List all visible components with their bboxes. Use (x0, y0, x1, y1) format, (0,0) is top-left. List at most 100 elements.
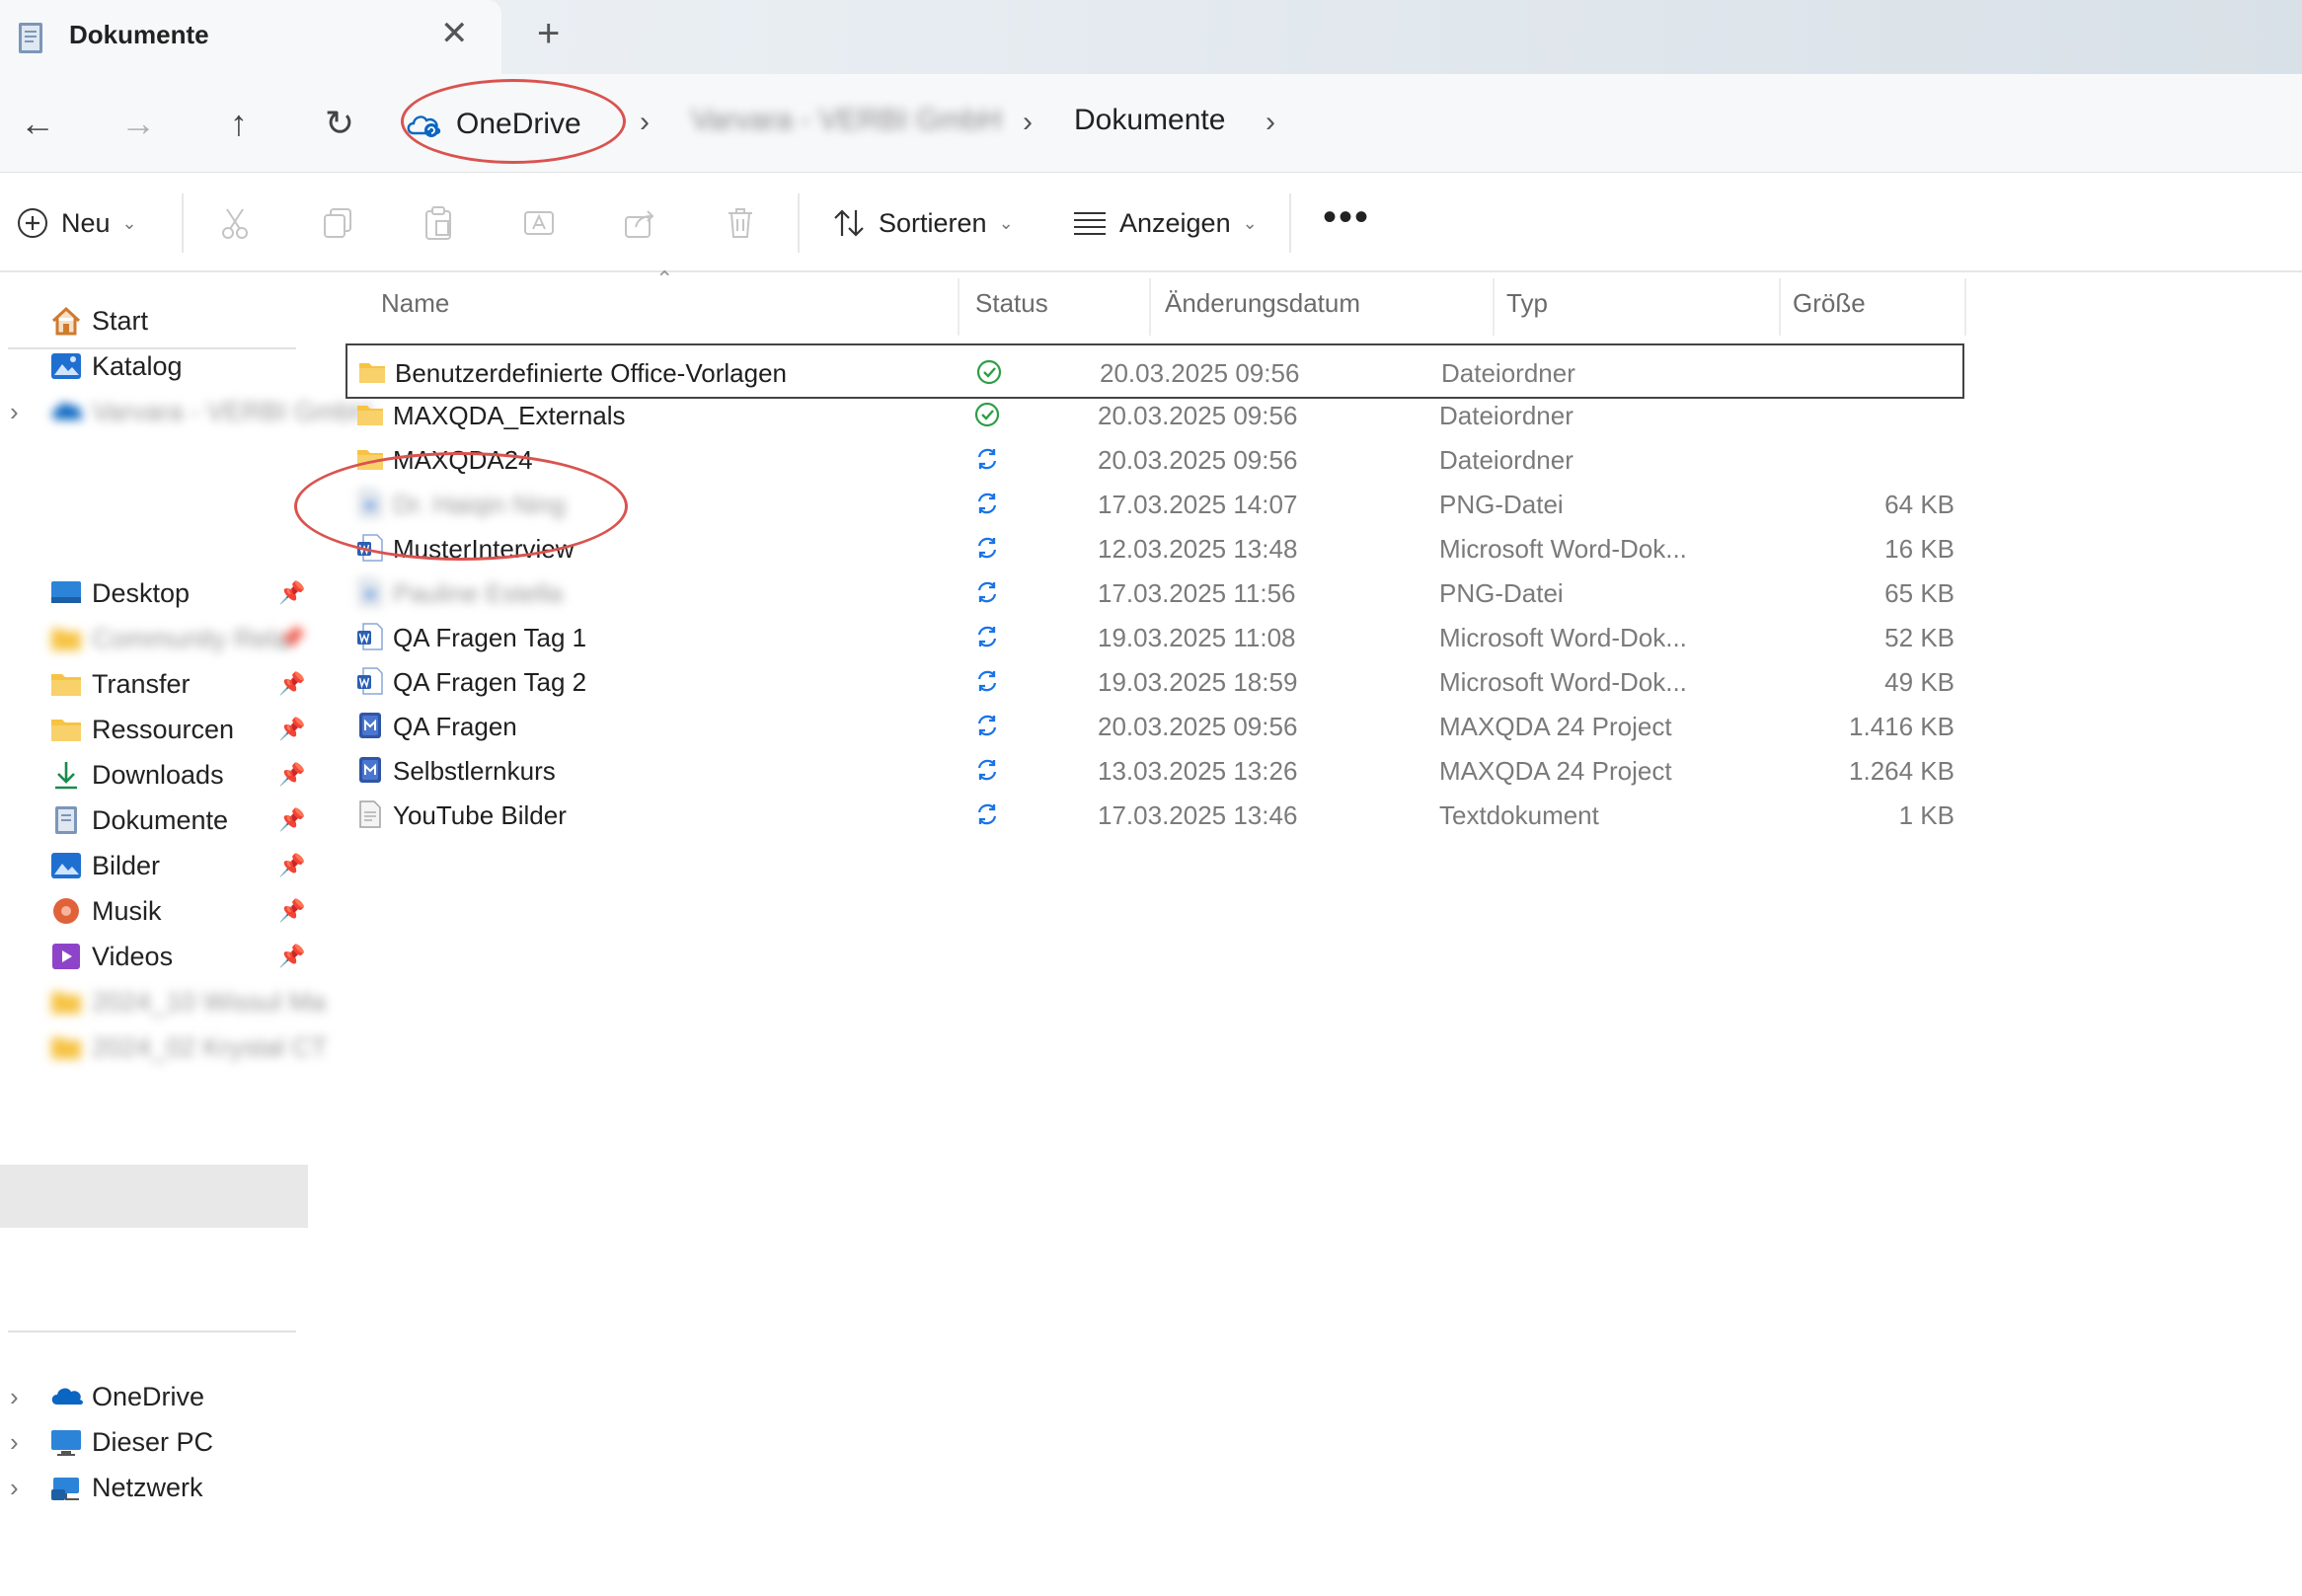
paste-icon[interactable] (419, 203, 458, 243)
sidebar-item-label: Bilder (92, 851, 161, 880)
desktop-icon (51, 581, 81, 603)
column-divider[interactable] (1779, 278, 1781, 336)
pc-icon (51, 1430, 81, 1456)
sidebar-item-netzwerk[interactable]: › Netzwerk (0, 1457, 312, 1518)
file-date: 20.03.2025 09:56 (1098, 445, 1298, 475)
text-file-icon (359, 800, 381, 828)
breadcrumb-dokumente[interactable]: Dokumente (1074, 104, 1225, 137)
pictures-icon (51, 853, 81, 878)
home-icon (51, 306, 81, 336)
tab-title: Dokumente (69, 20, 209, 49)
column-header-type[interactable]: Typ (1506, 288, 1548, 319)
column-divider[interactable] (1493, 278, 1495, 336)
toolbar-divider (182, 193, 184, 253)
sync-pending-icon (977, 581, 997, 603)
tab-bar: Dokumente ✕ + (0, 0, 2302, 74)
sidebar-item-label: Dokumente (92, 805, 229, 835)
new-button-label: Neu (61, 207, 111, 238)
sidebar-item-label: Musik (92, 896, 162, 926)
column-divider[interactable] (958, 278, 959, 336)
file-name: QA Fragen (393, 712, 517, 741)
expand-chevron-icon[interactable]: › (10, 1473, 19, 1503)
pin-icon[interactable]: 📌 (278, 853, 305, 878)
navigation-pane: Start Katalog › Varvara - VERBI GmbH Des… (0, 274, 371, 1596)
pin-icon[interactable]: 📌 (278, 671, 305, 697)
pin-icon[interactable]: 📌 (278, 898, 305, 924)
word-file-icon (357, 623, 383, 650)
expand-chevron-icon[interactable]: › (10, 397, 19, 427)
rename-icon[interactable] (519, 203, 559, 243)
file-size: 16 KB (1884, 534, 1955, 564)
delete-icon[interactable] (721, 203, 760, 243)
copy-icon[interactable] (318, 203, 357, 243)
pin-icon[interactable]: 📌 (278, 807, 305, 833)
chevron-down-icon: ⌄ (121, 212, 137, 233)
sidebar-item-label: Ressourcen (92, 715, 235, 744)
new-button[interactable]: Neu ⌄ (16, 201, 137, 245)
refresh-button[interactable]: ↻ (312, 96, 367, 151)
file-name: Pauline Estella (393, 578, 563, 608)
onedrive-cloud-icon (51, 1388, 83, 1405)
folder-icon (51, 1037, 81, 1059)
sort-button-label: Sortieren (879, 207, 987, 238)
back-button[interactable]: ← (10, 96, 65, 151)
tab-close-button[interactable]: ✕ (440, 14, 469, 53)
view-button[interactable]: Anzeigen ⌄ (1072, 201, 1258, 245)
annotation-highlight-maxqda24 (294, 452, 628, 561)
tab-dokumente[interactable]: Dokumente ✕ (0, 0, 501, 74)
breadcrumb-account[interactable]: Varvara - VERBI GmbH (691, 104, 1002, 137)
file-date: 17.03.2025 11:56 (1098, 578, 1296, 608)
music-icon (53, 898, 79, 924)
folder-icon (51, 629, 81, 650)
file-type: MAXQDA 24 Project (1439, 712, 1672, 741)
forward-button[interactable]: → (111, 96, 166, 151)
sidebar-item-account[interactable]: › Varvara - VERBI GmbH (0, 381, 371, 442)
synced-check-icon (976, 359, 1002, 385)
sync-pending-icon (977, 537, 997, 559)
file-list: ⌃ Name Status Änderungsdatum Typ Größe B… (326, 266, 2302, 1596)
sidebar-item-label: OneDrive (92, 1382, 205, 1411)
file-date: 20.03.2025 09:56 (1098, 712, 1298, 741)
file-name: QA Fragen Tag 2 (393, 667, 587, 697)
more-options-button[interactable]: ••• (1323, 195, 1370, 240)
file-type: Microsoft Word-Dok... (1439, 623, 1687, 652)
file-type: Dateiordner (1441, 358, 1575, 388)
up-button[interactable]: ↑ (211, 96, 267, 151)
column-header-name[interactable]: Name (381, 288, 449, 319)
view-list-icon (1074, 212, 1106, 235)
plus-circle-icon (18, 208, 47, 238)
pin-icon[interactable]: 📌 (278, 762, 305, 788)
pin-icon[interactable]: 📌 (278, 626, 305, 651)
file-date: 20.03.2025 09:56 (1100, 358, 1300, 388)
column-header-status[interactable]: Status (975, 288, 1048, 319)
cut-icon[interactable] (215, 203, 255, 243)
file-type: MAXQDA 24 Project (1439, 756, 1672, 786)
breadcrumb-dropdown[interactable]: › (1266, 106, 1275, 139)
table-row[interactable]: YouTube Bilder 17.03.2025 13:46 Textdokume… (345, 788, 1964, 843)
folder-icon (51, 992, 81, 1014)
sort-indicator-icon: ⌃ (655, 266, 674, 291)
sync-pending-icon (977, 715, 997, 736)
column-divider[interactable] (1964, 278, 1966, 336)
navigation-bar: ← → ↑ ↻ OneDrive › Varvara - VERBI GmbH … (0, 74, 2302, 173)
new-tab-button[interactable]: + (537, 12, 560, 56)
file-date: 12.03.2025 13:48 (1098, 534, 1298, 564)
file-date: 20.03.2025 09:56 (1098, 401, 1298, 430)
sidebar-active-highlight (0, 1165, 308, 1228)
sidebar-item-label: Downloads (92, 760, 224, 790)
pin-icon[interactable]: 📌 (278, 944, 305, 969)
expand-chevron-icon[interactable]: › (10, 1427, 19, 1458)
column-header-size[interactable]: Größe (1793, 288, 1866, 319)
annotation-highlight-onedrive (401, 79, 626, 164)
sort-button[interactable]: Sortieren ⌄ (831, 201, 1014, 245)
column-divider[interactable] (1149, 278, 1151, 336)
sidebar-item-folder-2024-02[interactable]: 2024_02 Krystal CT (0, 1017, 328, 1078)
expand-chevron-icon[interactable]: › (10, 1382, 19, 1412)
share-icon[interactable] (620, 203, 659, 243)
pin-icon[interactable]: 📌 (278, 580, 305, 606)
pin-icon[interactable]: 📌 (278, 717, 305, 742)
file-date: 19.03.2025 11:08 (1098, 623, 1296, 652)
network-icon (51, 1478, 79, 1500)
column-header-date[interactable]: Änderungsdatum (1165, 288, 1360, 319)
breadcrumb-separator: › (1023, 106, 1033, 138)
